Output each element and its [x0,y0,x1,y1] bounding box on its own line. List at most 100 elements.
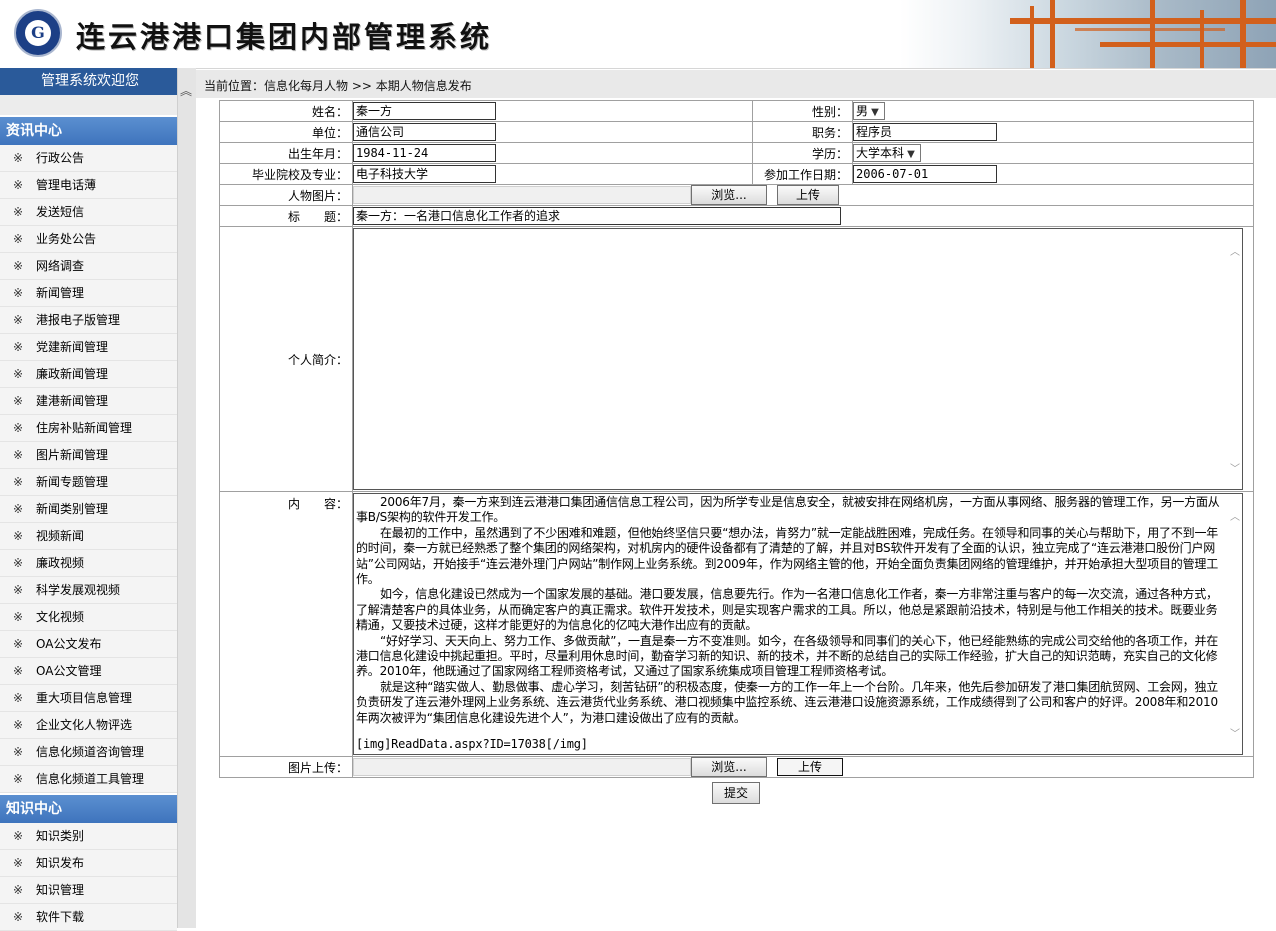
gender-select[interactable]: 男 ▼ [853,102,886,120]
sidebar-item[interactable]: ※ 新闻管理 [0,280,177,307]
position-label: 职务： [752,121,853,143]
sidebar-section-title[interactable]: 知识中心 [0,795,180,823]
sidebar-item[interactable]: ※ 网络调查 [0,253,177,280]
name-input[interactable]: 秦一方 [353,102,496,120]
content-textarea[interactable]: 2006年7月，秦一方来到连云港港口集团通信信息工程公司，因为所学专业是信息安全… [353,493,1243,755]
scroll-down-icon[interactable]: ﹀ [1230,460,1240,475]
bullet-mark-icon: ※ [12,421,24,435]
scroll-up-icon[interactable]: ︿ [1230,243,1240,258]
sidebar-item[interactable]: ※ 新闻专题管理 [0,469,177,496]
image-file-input[interactable] [353,758,691,776]
sidebar-section-title[interactable]: 资讯中心 [0,117,180,145]
sidebar-item[interactable]: ※ 软件下载 [0,904,177,931]
image-browse-button[interactable]: 浏览... [691,757,767,777]
sidebar-item-label: 建港新闻管理 [36,394,109,408]
sidebar-item[interactable]: ※ 信息化频道咨询管理 [0,739,177,766]
photo-file-input[interactable] [353,186,691,204]
bullet-mark-icon: ※ [12,151,24,165]
content-paragraph: 如今，信息化建设已然成为一个国家发展的基础。港口要发展，信息要先行。作为一名港口… [356,587,1218,633]
sidebar-item-label: 信息化频道咨询管理 [36,745,145,759]
bullet-mark-icon: ※ [12,745,24,759]
content-paragraph: 就是这种“踏实做人、勤恳做事、虚心学习，刻苦钻研”的积极态度，使秦一方的工作一年… [356,679,1219,725]
sidebar-item-label: 知识类别 [36,829,85,843]
sidebar-item[interactable]: ※ 图片新闻管理 [0,442,177,469]
breadcrumb-bar: 当前位置：信息化每月人物 >> 本期人物信息发布 [196,70,1276,98]
collapse-sidebar-icon[interactable]: ︽ [179,84,193,98]
sidebar-item[interactable]: ※ 廉政新闻管理 [0,361,177,388]
school-input[interactable]: 电子科技大学 [353,165,496,183]
content-img-tag: [img]ReadData.aspx?ID=17038[/img] [356,737,588,752]
scroll-up-icon[interactable]: ︿ [1230,508,1240,523]
photo-browse-button[interactable]: 浏览... [691,185,767,205]
sidebar-item[interactable]: ※ 知识管理 [0,877,177,904]
sidebar-item[interactable]: ※ 新闻类别管理 [0,496,177,523]
breadcrumb: 当前位置：信息化每月人物 >> 本期人物信息发布 [204,79,472,93]
bullet-mark-icon: ※ [12,883,24,897]
sidebar-item-label: OA公文发布 [36,637,102,651]
sidebar-item[interactable]: ※ OA公文管理 [0,658,177,685]
birth-input[interactable]: 1984-11-24 [353,144,496,162]
sidebar-item[interactable]: ※ 重大项目信息管理 [0,685,177,712]
sidebar-item-label: 重大项目信息管理 [36,691,133,705]
sidebar-item-label: 新闻类别管理 [36,502,109,516]
education-value: 大学本科 [856,146,905,160]
sidebar-item-label: 廉政视频 [36,556,85,570]
bullet-mark-icon: ※ [12,910,24,924]
sidebar: 管理系统欢迎您 资讯中心 ※ 行政公告 ※ 管理电话薄 ※ 发送短信 ※ 业务处公告 ※ 网络调查 ※… [0,68,180,931]
sidebar-item-label: 视频新闻 [36,529,85,543]
bullet-mark-icon: ※ [12,610,24,624]
intro-label: 个人简介： [219,226,353,492]
bullet-mark-icon: ※ [12,178,24,192]
sidebar-item[interactable]: ※ 文化视频 [0,604,177,631]
company-logo: G [14,9,62,57]
sidebar-item[interactable]: ※ 管理电话薄 [0,172,177,199]
sidebar-item[interactable]: ※ 信息化频道工具管理 [0,766,177,793]
logo-mark: G [25,20,51,46]
bullet-mark-icon: ※ [12,205,24,219]
header-banner: G 连云港港口集团内部管理系统 [0,0,1276,69]
content-body: 2006年7月，秦一方来到连云港港口集团通信信息工程公司，因为所学专业是信息安全… [354,494,1242,726]
sidebar-item[interactable]: ※ 科学发展观视频 [0,577,177,604]
sidebar-item[interactable]: ※ 知识发布 [0,850,177,877]
title-input[interactable]: 秦一方：一名港口信息化工作者的追求 [353,207,841,225]
workdate-input[interactable]: 2006-07-01 [853,165,997,183]
sidebar-item-label: 住房补贴新闻管理 [36,421,133,435]
sidebar-item[interactable]: ※ 港报电子版管理 [0,307,177,334]
bullet-mark-icon: ※ [12,664,24,678]
sidebar-item[interactable]: ※ OA公文发布 [0,631,177,658]
sidebar-item[interactable]: ※ 行政公告 [0,145,177,172]
birth-label: 出生年月： [219,142,353,164]
sidebar-welcome: 管理系统欢迎您 [0,68,180,95]
sidebar-item[interactable]: ※ 发送短信 [0,199,177,226]
content-label: 内 容： [219,491,353,757]
person-info-form: 姓名： 秦一方 性别： 男 ▼ 单位： 通信公司 职务： 程序员 出生年月： 19… [219,100,1254,804]
bullet-mark-icon: ※ [12,691,24,705]
sidebar-item[interactable]: ※ 廉政视频 [0,550,177,577]
sidebar-item[interactable]: ※ 住房补贴新闻管理 [0,415,177,442]
sidebar-item[interactable]: ※ 知识类别 [0,823,177,850]
sidebar-item[interactable]: ※ 建港新闻管理 [0,388,177,415]
name-label: 姓名： [219,100,353,122]
education-select[interactable]: 大学本科 ▼ [853,144,922,162]
sidebar-item[interactable]: ※ 党建新闻管理 [0,334,177,361]
sidebar-item[interactable]: ※ 业务处公告 [0,226,177,253]
scroll-down-icon[interactable]: ﹀ [1230,725,1240,740]
content-paragraph: 在最初的工作中，虽然遇到了不少困难和难题，但他始终坚信只要“想办法，肯努力”就一… [356,525,1219,587]
bullet-mark-icon: ※ [12,502,24,516]
image-upload-button[interactable]: 上传 [777,758,843,776]
bullet-mark-icon: ※ [12,556,24,570]
sidebar-item-label: 知识管理 [36,883,85,897]
image-upload-label: 图片上传： [219,756,353,778]
sidebar-splitter[interactable] [177,68,196,928]
submit-button[interactable]: 提交 [712,782,760,804]
sidebar-item-label: 港报电子版管理 [36,313,121,327]
photo-upload-button[interactable]: 上传 [777,185,839,205]
app-title: 连云港港口集团内部管理系统 [76,20,493,54]
sidebar-item[interactable]: ※ 视频新闻 [0,523,177,550]
position-input[interactable]: 程序员 [853,123,997,141]
chevron-down-icon: ▼ [907,149,915,160]
unit-input[interactable]: 通信公司 [353,123,496,141]
intro-textarea[interactable]: ︿ ﹀ [353,228,1243,490]
education-label: 学历： [752,142,853,164]
sidebar-item[interactable]: ※ 企业文化人物评选 [0,712,177,739]
